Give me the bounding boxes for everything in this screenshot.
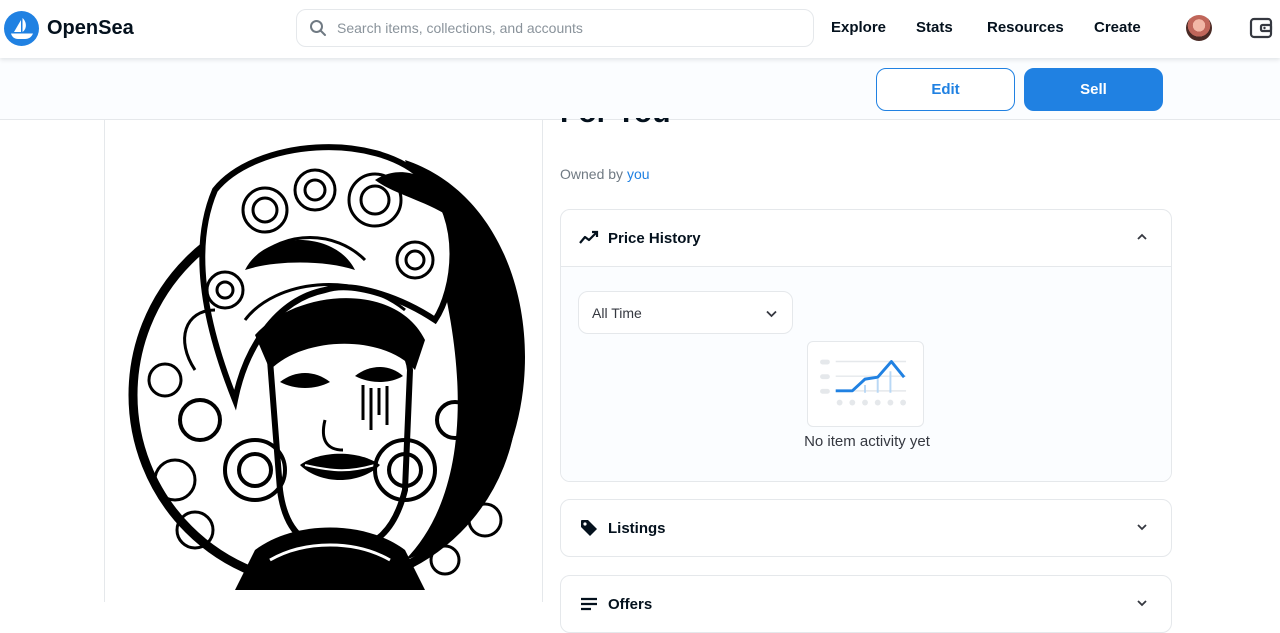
chevron-down-icon[interactable] — [1135, 520, 1149, 534]
owned-by-label: Owned by — [560, 166, 624, 182]
price-history-title: Price History — [608, 229, 701, 247]
owner-link[interactable]: you — [627, 166, 650, 182]
nft-image-panel — [104, 120, 543, 602]
brand-logo[interactable]: OpenSea — [4, 11, 134, 46]
nav-resources[interactable]: Resources — [987, 19, 1064, 36]
profile-avatar[interactable] — [1186, 15, 1212, 41]
search-bar[interactable] — [296, 9, 814, 47]
time-range-value: All Time — [592, 304, 642, 321]
opensea-logo-icon — [4, 11, 39, 46]
empty-chart-illustration-icon — [807, 341, 924, 427]
edit-button[interactable]: Edit — [876, 68, 1015, 111]
listings-title: Listings — [608, 519, 666, 537]
offers-title: Offers — [608, 595, 653, 613]
offers-panel: Offers — [560, 575, 1172, 633]
empty-state-text: No item activity yet — [804, 433, 930, 450]
brand-name: OpenSea — [47, 17, 134, 39]
price-history-panel: Price History All Time No item activity … — [560, 209, 1172, 482]
listings-header[interactable]: Listings — [561, 500, 1171, 556]
chevron-down-icon — [766, 310, 777, 318]
search-icon — [310, 20, 326, 36]
owned-by-line: Owned by you — [560, 166, 650, 182]
top-navbar: OpenSea Explore Stats Resources Create — [0, 0, 1280, 58]
nav-create[interactable]: Create — [1094, 19, 1141, 36]
price-history-body: All Time No item activity yet — [561, 266, 1171, 481]
trending-line-icon — [579, 230, 599, 244]
sell-button[interactable]: Sell — [1024, 68, 1163, 111]
search-input[interactable] — [337, 20, 797, 36]
tag-icon — [581, 520, 597, 536]
chevron-down-icon[interactable] — [1135, 596, 1149, 610]
time-range-select[interactable]: All Time — [578, 291, 793, 334]
nav-explore[interactable]: Explore — [831, 19, 886, 36]
chevron-up-icon[interactable] — [1135, 230, 1149, 244]
wallet-icon[interactable] — [1249, 16, 1273, 40]
owner-action-bar: Edit Sell — [0, 58, 1280, 120]
nav-stats[interactable]: Stats — [916, 19, 953, 36]
offers-header[interactable]: Offers — [561, 576, 1171, 632]
listings-panel: Listings — [560, 499, 1172, 557]
list-icon — [581, 597, 597, 611]
nft-artwork[interactable] — [105, 120, 543, 602]
price-history-header[interactable]: Price History — [561, 210, 1171, 266]
